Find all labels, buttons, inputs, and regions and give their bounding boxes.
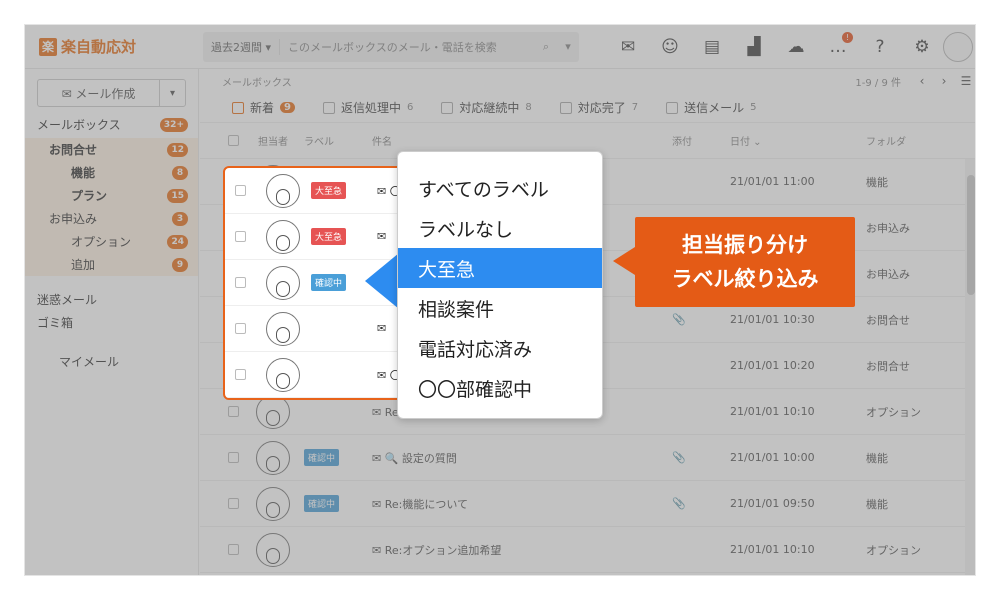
assignee-cell — [255, 265, 311, 300]
row-checkbox-cell — [225, 323, 255, 334]
callout-line-2: ラベル絞り込み — [671, 267, 819, 291]
row-checkbox[interactable] — [235, 185, 246, 196]
row-checkbox[interactable] — [235, 369, 246, 380]
row-checkbox-cell — [225, 185, 255, 196]
label-badge[interactable]: 確認中 — [311, 274, 347, 291]
assignee-cell — [255, 357, 311, 392]
subject-cell[interactable]: ✉ — [377, 322, 386, 335]
callout-tip — [613, 247, 635, 275]
assignee-avatar[interactable] — [266, 357, 300, 392]
row-checkbox[interactable] — [235, 323, 246, 334]
callout-line-1: 担当振り分け — [682, 233, 808, 257]
subject-cell[interactable]: ✉ — [377, 230, 386, 243]
assignee-cell — [255, 219, 311, 254]
assignee-cell — [255, 173, 311, 208]
row-checkbox-cell — [225, 231, 255, 242]
feature-callout: 担当振り分け ラベル絞り込み — [635, 217, 855, 307]
label-cell: 大至急 — [311, 228, 377, 245]
label-menu-item[interactable]: 電話対応済み — [398, 328, 602, 368]
assignee-avatar[interactable] — [266, 219, 300, 254]
row-checkbox-cell — [225, 369, 255, 380]
label-menu-item[interactable]: 相談案件 — [398, 288, 602, 328]
avatar-head-icon — [276, 234, 290, 251]
row-checkbox-cell — [225, 277, 255, 288]
label-menu-item[interactable]: すべてのラベル — [398, 168, 602, 208]
assignee-avatar[interactable] — [266, 173, 300, 208]
assignee-avatar[interactable] — [266, 265, 300, 300]
assignee-avatar[interactable] — [266, 311, 300, 346]
app-window: 楽 楽自動応対 過去2週間 ▾ このメールボックスのメール・電話を検索 ⌕ ▾ … — [24, 24, 976, 576]
avatar-head-icon — [276, 372, 290, 389]
assignee-cell — [255, 311, 311, 346]
row-checkbox[interactable] — [235, 231, 246, 242]
label-cell: 大至急 — [311, 182, 377, 199]
label-badge[interactable]: 大至急 — [311, 228, 347, 245]
label-filter-menu: すべてのラベル ラベルなし 大至急 相談案件 電話対応済み 〇〇部確認中 — [397, 151, 603, 419]
label-menu-item[interactable]: ラベルなし — [398, 208, 602, 248]
avatar-head-icon — [276, 188, 290, 205]
label-badge[interactable]: 大至急 — [311, 182, 347, 199]
menu-pointer — [365, 253, 399, 309]
avatar-head-icon — [276, 326, 290, 343]
label-menu-item[interactable]: 大至急 — [398, 248, 602, 288]
avatar-head-icon — [276, 280, 290, 297]
row-checkbox[interactable] — [235, 277, 246, 288]
label-menu-item[interactable]: 〇〇部確認中 — [398, 368, 602, 408]
